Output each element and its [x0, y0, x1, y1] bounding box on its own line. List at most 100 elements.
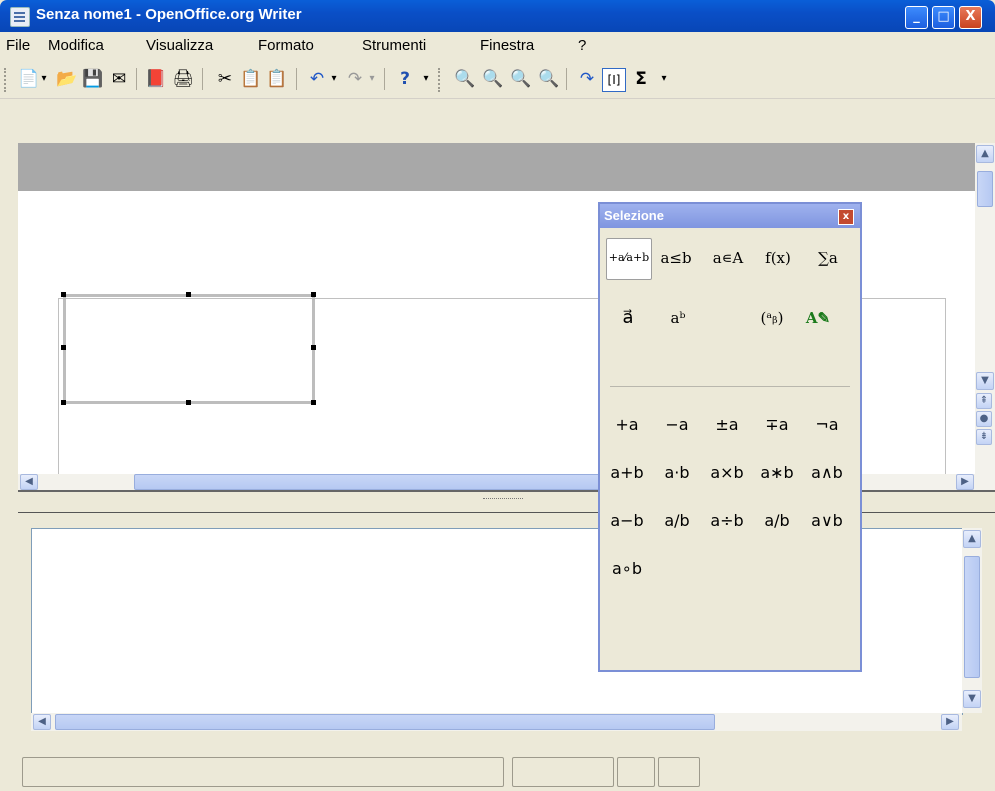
symbol-a-and-b[interactable]: a∧b	[802, 456, 852, 490]
cut-icon[interactable]: ✂	[214, 68, 236, 90]
scroll-right-icon[interactable]: ▶	[941, 714, 959, 730]
ruler	[18, 143, 975, 192]
symbol-a-minus-b[interactable]: a−b	[602, 504, 652, 538]
help-icon[interactable]: ?	[394, 68, 416, 90]
zoom-out-icon[interactable]: 🔍	[482, 68, 504, 90]
menu-modifica[interactable]: Modifica	[48, 37, 104, 54]
category-functions[interactable]: f(x)	[756, 238, 800, 278]
selection-palette: Selezione x +a⁄a+b a≤b a∊A f(x) ∑a a⃗ aᵇ…	[598, 202, 862, 672]
symbol-a-plus-b[interactable]: a+b	[602, 456, 652, 490]
category-others[interactable]: aᵇ	[656, 298, 700, 338]
scroll-thumb[interactable]	[977, 171, 993, 207]
category-formats[interactable]: A✎	[796, 298, 840, 338]
toolbar-separator	[202, 68, 203, 90]
symbol-a-or-b[interactable]: a∨b	[802, 504, 852, 538]
category-attributes[interactable]: a⃗	[606, 298, 650, 338]
symbol-minus-a[interactable]: −a	[652, 408, 702, 442]
scroll-down-icon[interactable]: ▼	[976, 372, 994, 390]
maximize-button[interactable]: □	[932, 6, 955, 29]
scroll-left-icon[interactable]: ◀	[33, 714, 51, 730]
status-field-mode	[617, 757, 655, 787]
scroll-up-icon[interactable]: ▲	[976, 145, 994, 163]
toolbar-overflow-icon[interactable]: ▾	[420, 68, 432, 90]
scroll-thumb[interactable]	[964, 556, 980, 678]
menu-visualizza[interactable]: Visualizza	[146, 37, 213, 54]
command-horizontal-scrollbar[interactable]: ◀ ▶	[31, 713, 962, 731]
minimize-button[interactable]: _	[905, 6, 928, 29]
scroll-left-icon[interactable]: ◀	[20, 474, 38, 490]
undo-icon[interactable]: ↶	[306, 68, 328, 90]
symbol-a-div-b[interactable]: a÷b	[702, 504, 752, 538]
menu-file[interactable]: File	[6, 37, 30, 54]
category-brackets[interactable]: (ᵃᵦ)	[750, 298, 794, 338]
symbol-not-a[interactable]: ¬a	[802, 408, 852, 442]
splitter-grip[interactable]	[483, 498, 523, 503]
previous-page-icon[interactable]: ⇞	[976, 393, 992, 409]
copy-icon[interactable]: 📋	[240, 68, 262, 90]
category-operators[interactable]: ∑a	[806, 238, 850, 278]
scroll-right-icon[interactable]: ▶	[956, 474, 974, 490]
close-button[interactable]: X	[959, 6, 982, 29]
document-vertical-scrollbar[interactable]: ▲ ▼ ⇞ ● ⇟	[975, 143, 995, 474]
new-dropdown-icon[interactable]: ▾	[38, 68, 50, 90]
open-icon[interactable]: 📂	[56, 68, 78, 90]
resize-handle[interactable]	[311, 345, 316, 350]
paste-icon[interactable]: 📋	[266, 68, 288, 90]
resize-handle[interactable]	[186, 400, 191, 405]
symbol-a-circ-b[interactable]: a∘b	[602, 552, 652, 586]
resize-handle[interactable]	[186, 292, 191, 297]
print-icon[interactable]: 🖨	[172, 68, 194, 90]
symbol-a-times-b[interactable]: a×b	[702, 456, 752, 490]
formula-cursor-icon[interactable]: [I]	[602, 68, 626, 92]
email-icon[interactable]: ✉	[108, 68, 130, 90]
symbol-a-slash-b[interactable]: a/b	[752, 504, 802, 538]
zoom-in-icon[interactable]: 🔍	[454, 68, 476, 90]
palette-separator	[610, 386, 850, 387]
palette-title-bar[interactable]: Selezione x	[600, 204, 860, 228]
scroll-up-icon[interactable]: ▲	[963, 530, 981, 548]
redo-icon[interactable]: ↷	[344, 68, 366, 90]
toolbar-separator	[384, 68, 385, 90]
zoom-all-icon[interactable]: 🔍	[510, 68, 532, 90]
palette-close-button[interactable]: x	[838, 209, 854, 225]
category-set-operations[interactable]: a∊A	[706, 238, 750, 278]
toolbar-separator	[136, 68, 137, 90]
menu-finestra[interactable]: Finestra	[480, 37, 534, 54]
symbol-a-cdot-b[interactable]: a·b	[652, 456, 702, 490]
zoom-page-icon[interactable]: 🔍	[538, 68, 560, 90]
menu-formato[interactable]: Formato	[258, 37, 314, 54]
navigator-icon[interactable]: ●	[976, 411, 992, 427]
category-relations[interactable]: a≤b	[654, 238, 698, 278]
symbol-plusminus-a[interactable]: ±a	[702, 408, 752, 442]
symbols-icon[interactable]: Σ	[630, 68, 652, 90]
symbol-a-ast-b[interactable]: a∗b	[752, 456, 802, 490]
next-page-icon[interactable]: ⇟	[976, 429, 992, 445]
toolbar-overflow-icon[interactable]: ▾	[658, 68, 670, 90]
symbol-minusplus-a[interactable]: ∓a	[752, 408, 802, 442]
new-document-icon[interactable]: 📄	[18, 68, 40, 90]
resize-handle[interactable]	[61, 292, 66, 297]
symbol-plus-a[interactable]: +a	[602, 408, 652, 442]
resize-handle[interactable]	[61, 400, 66, 405]
status-field-zoom	[512, 757, 614, 787]
menu-help[interactable]: ?	[578, 37, 586, 54]
toolbar-grip[interactable]	[438, 68, 443, 92]
resize-handle[interactable]	[61, 345, 66, 350]
update-icon[interactable]: ↷	[576, 68, 598, 90]
symbol-a-over-b[interactable]: a/b	[652, 504, 702, 538]
resize-handle[interactable]	[311, 400, 316, 405]
redo-dropdown-icon[interactable]: ▾	[366, 68, 378, 90]
toolbar-grip[interactable]	[4, 68, 9, 92]
category-unary-binary[interactable]: +a⁄a+b	[606, 238, 652, 280]
status-field-modified	[658, 757, 700, 787]
resize-handle[interactable]	[311, 292, 316, 297]
scroll-thumb[interactable]	[55, 714, 715, 730]
undo-dropdown-icon[interactable]: ▾	[328, 68, 340, 90]
command-vertical-scrollbar[interactable]: ▲ ▼	[962, 528, 982, 713]
save-icon[interactable]: 💾	[82, 68, 104, 90]
formula-object-frame[interactable]	[63, 294, 315, 404]
menu-strumenti[interactable]: Strumenti	[362, 37, 426, 54]
scroll-down-icon[interactable]: ▼	[963, 690, 981, 708]
standard-toolbar: 📄 ▾ 📂 💾 ✉ 📕 🖨 ✂ 📋 📋 ↶ ▾ ↷ ▾ ? ▾ 🔍 🔍 🔍 🔍 …	[0, 60, 995, 99]
export-pdf-icon[interactable]: 📕	[145, 68, 167, 90]
